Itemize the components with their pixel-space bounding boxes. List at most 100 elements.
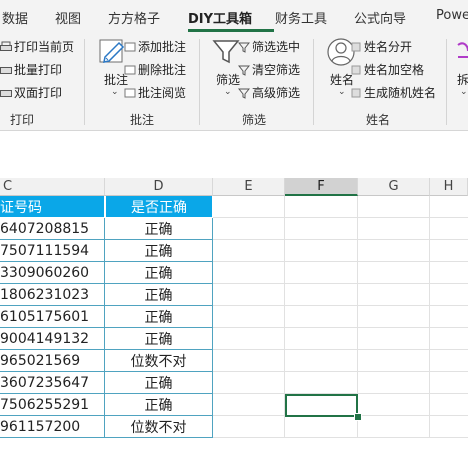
cell[interactable]	[285, 196, 358, 218]
cell[interactable]	[358, 262, 430, 284]
cell-valid[interactable]: 正确	[105, 284, 213, 306]
tab-power[interactable]: Powe	[436, 8, 468, 23]
cell-valid[interactable]: 位数不对	[105, 416, 213, 438]
cell[interactable]	[285, 328, 358, 350]
cell[interactable]	[358, 350, 430, 372]
cell[interactable]	[285, 306, 358, 328]
cell[interactable]	[213, 306, 285, 328]
cell-header-id[interactable]: 证号码	[0, 196, 105, 218]
cell-id[interactable]: 9004149132	[0, 328, 105, 350]
cell[interactable]	[285, 372, 358, 394]
cell-id[interactable]: 3309060260	[0, 262, 105, 284]
column-header-f[interactable]: F	[285, 178, 358, 196]
cell[interactable]	[430, 394, 468, 416]
split-big-button[interactable]: 拆	[457, 71, 468, 88]
cell[interactable]	[213, 372, 285, 394]
column-header-e[interactable]: E	[213, 178, 285, 196]
column-header-g[interactable]: G	[358, 178, 430, 196]
cell-valid[interactable]: 正确	[105, 240, 213, 262]
duplex-print-button[interactable]: 双面打印	[0, 84, 62, 101]
tab-formula-wizard[interactable]: 公式向导	[354, 8, 406, 27]
delete-comment-button[interactable]: 删除批注	[124, 61, 186, 78]
tab-diy-toolbox[interactable]: DIY工具箱	[188, 8, 252, 27]
active-cell-selection[interactable]	[285, 394, 358, 417]
tab-data[interactable]: 数据	[2, 8, 28, 27]
cell[interactable]	[358, 284, 430, 306]
cell[interactable]	[430, 328, 468, 350]
cell-valid[interactable]: 正确	[105, 328, 213, 350]
cell[interactable]	[430, 240, 468, 262]
cell[interactable]	[430, 306, 468, 328]
cell[interactable]	[213, 196, 285, 218]
cell[interactable]	[213, 328, 285, 350]
split-name-button[interactable]: 姓名分开	[350, 38, 412, 55]
cell[interactable]	[358, 372, 430, 394]
cell[interactable]	[430, 350, 468, 372]
random-name-button[interactable]: 生成随机姓名	[350, 84, 436, 101]
cell[interactable]	[213, 416, 285, 438]
cell-id[interactable]: 7506255291	[0, 394, 105, 416]
cell-id[interactable]: 6105175601	[0, 306, 105, 328]
tab-view[interactable]: 视图	[55, 8, 81, 27]
cell[interactable]	[430, 416, 468, 438]
cell-id[interactable]: 965021569	[0, 350, 105, 372]
browse-comments-button[interactable]: 批注阅览	[124, 84, 186, 101]
column-header-c[interactable]: C	[0, 178, 105, 196]
cell[interactable]	[358, 218, 430, 240]
tab-finance-tools[interactable]: 财务工具	[275, 8, 327, 27]
clear-filter-button[interactable]: 清空筛选	[238, 61, 300, 78]
comment-dropdown-icon[interactable]: ⌄	[111, 87, 119, 97]
cell[interactable]	[285, 416, 358, 438]
column-header-h[interactable]: H	[430, 178, 468, 196]
tab-fangfang[interactable]: 方方格子	[108, 8, 160, 27]
cell[interactable]	[285, 218, 358, 240]
print-current-page-button[interactable]: 打印当前页	[0, 38, 74, 55]
cell[interactable]	[358, 306, 430, 328]
cell[interactable]	[430, 262, 468, 284]
cell-id[interactable]: 6407208815	[0, 218, 105, 240]
cell-valid[interactable]: 正确	[105, 218, 213, 240]
advanced-filter-button[interactable]: 高级筛选	[238, 84, 300, 101]
fill-handle[interactable]	[354, 413, 362, 421]
cell-valid[interactable]: 位数不对	[105, 350, 213, 372]
cell[interactable]	[358, 416, 430, 438]
filter-funnel-icon[interactable]	[211, 37, 241, 67]
cell-id[interactable]: 3607235647	[0, 372, 105, 394]
name-add-space-button[interactable]: 姓名加空格	[350, 61, 424, 78]
cell[interactable]	[430, 218, 468, 240]
split-icon[interactable]	[455, 39, 468, 67]
cell[interactable]	[358, 240, 430, 262]
cell[interactable]	[213, 240, 285, 262]
cell[interactable]	[285, 350, 358, 372]
cell[interactable]	[430, 284, 468, 306]
cell-header-valid[interactable]: 是否正确	[105, 196, 213, 218]
cell[interactable]	[430, 372, 468, 394]
cell-valid[interactable]: 正确	[105, 262, 213, 284]
cell[interactable]	[213, 284, 285, 306]
cell[interactable]	[213, 262, 285, 284]
cell[interactable]	[358, 394, 430, 416]
cell-valid[interactable]: 正确	[105, 372, 213, 394]
cell[interactable]	[213, 350, 285, 372]
cell[interactable]	[213, 218, 285, 240]
cell-id[interactable]: 1806231023	[0, 284, 105, 306]
cell-id[interactable]: 961157200	[0, 416, 105, 438]
filter-dropdown-icon[interactable]: ⌄	[224, 87, 232, 97]
cell[interactable]	[285, 240, 358, 262]
batch-print-button[interactable]: 批量打印	[0, 61, 62, 78]
name-dropdown-icon[interactable]: ⌄	[338, 87, 346, 97]
cell-id[interactable]: 7507111594	[0, 240, 105, 262]
column-header-d[interactable]: D	[105, 178, 213, 196]
cell[interactable]	[358, 328, 430, 350]
cell[interactable]	[358, 196, 430, 218]
cell[interactable]	[285, 284, 358, 306]
cell-valid[interactable]: 正确	[105, 394, 213, 416]
filter-selected-button[interactable]: 筛选选中	[238, 38, 300, 55]
split-dropdown-icon[interactable]: ⌄	[460, 87, 468, 97]
cell[interactable]	[285, 262, 358, 284]
cell[interactable]	[430, 196, 468, 218]
add-comment-button[interactable]: 添加批注	[124, 38, 186, 55]
cell-valid[interactable]: 正确	[105, 306, 213, 328]
cell[interactable]	[213, 394, 285, 416]
filter-big-button[interactable]: 筛选	[216, 71, 240, 88]
